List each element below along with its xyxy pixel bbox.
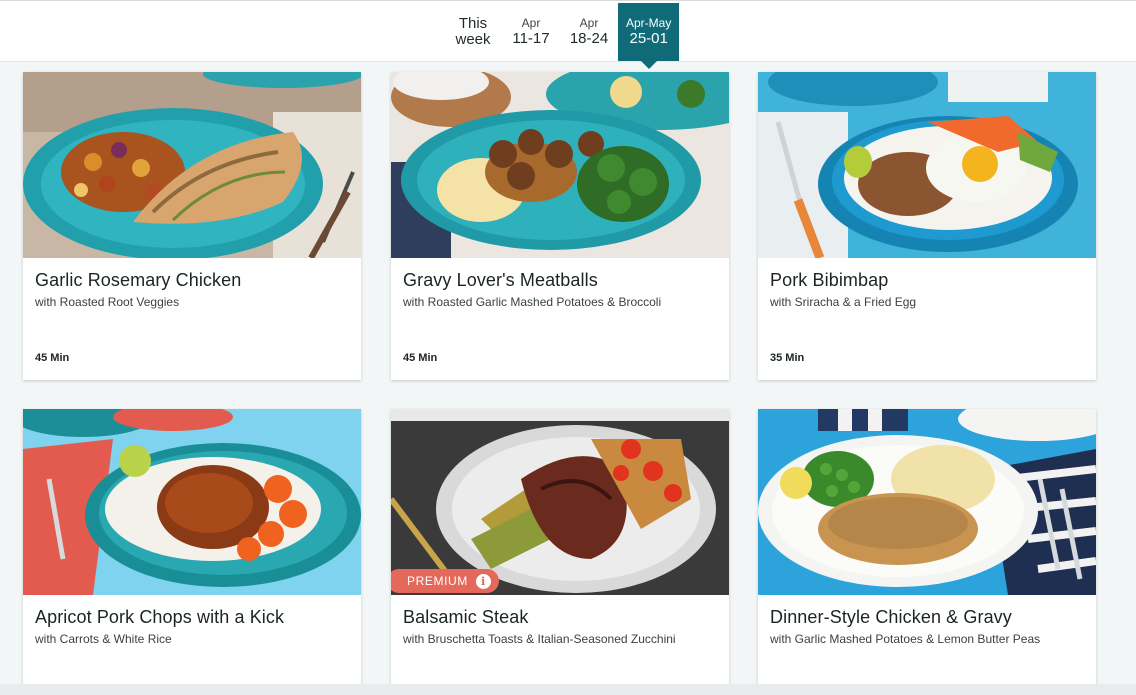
meal-time: 45 Min bbox=[35, 352, 70, 364]
meal-subtitle: with Carrots & White Rice bbox=[35, 632, 172, 646]
meal-title: Apricot Pork Chops with a Kick bbox=[35, 607, 285, 627]
meal-photo bbox=[23, 409, 361, 595]
meal-photo-image bbox=[391, 409, 729, 595]
meal-title: Balsamic Steak bbox=[403, 607, 529, 627]
meal-photo bbox=[23, 72, 361, 258]
week-tab-apr-may-25-01[interactable]: Apr-May 25-01 bbox=[618, 3, 680, 69]
meal-photo-image bbox=[23, 72, 361, 258]
week-tab-line2: 18-24 bbox=[569, 30, 609, 47]
week-tab-line1: Apr-May bbox=[626, 16, 672, 30]
week-tab-this-week[interactable]: This week bbox=[444, 3, 502, 61]
meal-photo: PREMIUM i bbox=[391, 409, 729, 595]
meal-title: Pork Bibimbap bbox=[770, 270, 889, 290]
meal-card-pork-bibimbap[interactable]: Pork Bibimbap with Sriracha & a Fried Eg… bbox=[758, 72, 1096, 380]
meal-subtitle: with Roasted Root Veggies bbox=[35, 295, 180, 309]
meal-subtitle: with Roasted Garlic Mashed Potatoes & Br… bbox=[403, 295, 662, 309]
meal-card-apricot-pork-chops[interactable]: Apricot Pork Chops with a Kick with Carr… bbox=[23, 409, 361, 689]
meal-photo bbox=[758, 72, 1096, 258]
premium-badge[interactable]: PREMIUM i bbox=[391, 569, 499, 593]
meal-photo bbox=[391, 72, 729, 258]
meal-subtitle: with Bruschetta Toasts & Italian-Seasone… bbox=[403, 632, 676, 646]
week-selector: This week Apr 11-17 Apr 18-24 Apr-May 25… bbox=[0, 0, 1136, 69]
meal-photo-image bbox=[391, 72, 729, 258]
meal-title: Garlic Rosemary Chicken bbox=[35, 270, 242, 290]
week-tab-line1: Apr bbox=[521, 16, 541, 30]
meal-time: 35 Min bbox=[770, 352, 805, 364]
premium-badge-label: PREMIUM bbox=[407, 574, 468, 588]
meal-card-balsamic-steak[interactable]: PREMIUM i Balsamic Steak with Bruschetta… bbox=[391, 409, 729, 689]
meal-photo-image bbox=[758, 409, 1096, 595]
week-tab-apr-11-17[interactable]: Apr 11-17 bbox=[502, 3, 560, 61]
meal-title: Dinner-Style Chicken & Gravy bbox=[770, 607, 1012, 627]
meal-photo bbox=[758, 409, 1096, 595]
meal-subtitle: with Sriracha & a Fried Egg bbox=[770, 295, 917, 309]
week-tab-line2: 11-17 bbox=[512, 30, 550, 47]
meal-photo-image bbox=[758, 72, 1096, 258]
meal-card-gravy-lovers-meatballs[interactable]: Gravy Lover's Meatballs with Roasted Gar… bbox=[391, 72, 729, 380]
meal-subtitle: with Garlic Mashed Potatoes & Lemon Butt… bbox=[770, 632, 1041, 646]
week-tab-line2: week bbox=[455, 31, 491, 48]
meal-time: 45 Min bbox=[403, 352, 438, 364]
page-bottom-edge bbox=[0, 684, 1136, 695]
info-icon[interactable]: i bbox=[475, 573, 491, 589]
meal-title: Gravy Lover's Meatballs bbox=[403, 270, 598, 290]
meal-photo-image bbox=[23, 409, 361, 595]
week-tab-line1: This bbox=[458, 15, 488, 32]
week-tab-line2: 25-01 bbox=[629, 30, 668, 47]
week-tabs: This week Apr 11-17 Apr 18-24 Apr-May 25… bbox=[444, 3, 680, 69]
meal-card-garlic-rosemary-chicken[interactable]: Garlic Rosemary Chicken with Roasted Roo… bbox=[23, 72, 361, 380]
meal-card-dinner-style-chicken-gravy[interactable]: Dinner-Style Chicken & Gravy with Garlic… bbox=[758, 409, 1096, 689]
week-tab-apr-18-24[interactable]: Apr 18-24 bbox=[560, 3, 618, 61]
week-tab-line1: Apr bbox=[579, 16, 599, 30]
